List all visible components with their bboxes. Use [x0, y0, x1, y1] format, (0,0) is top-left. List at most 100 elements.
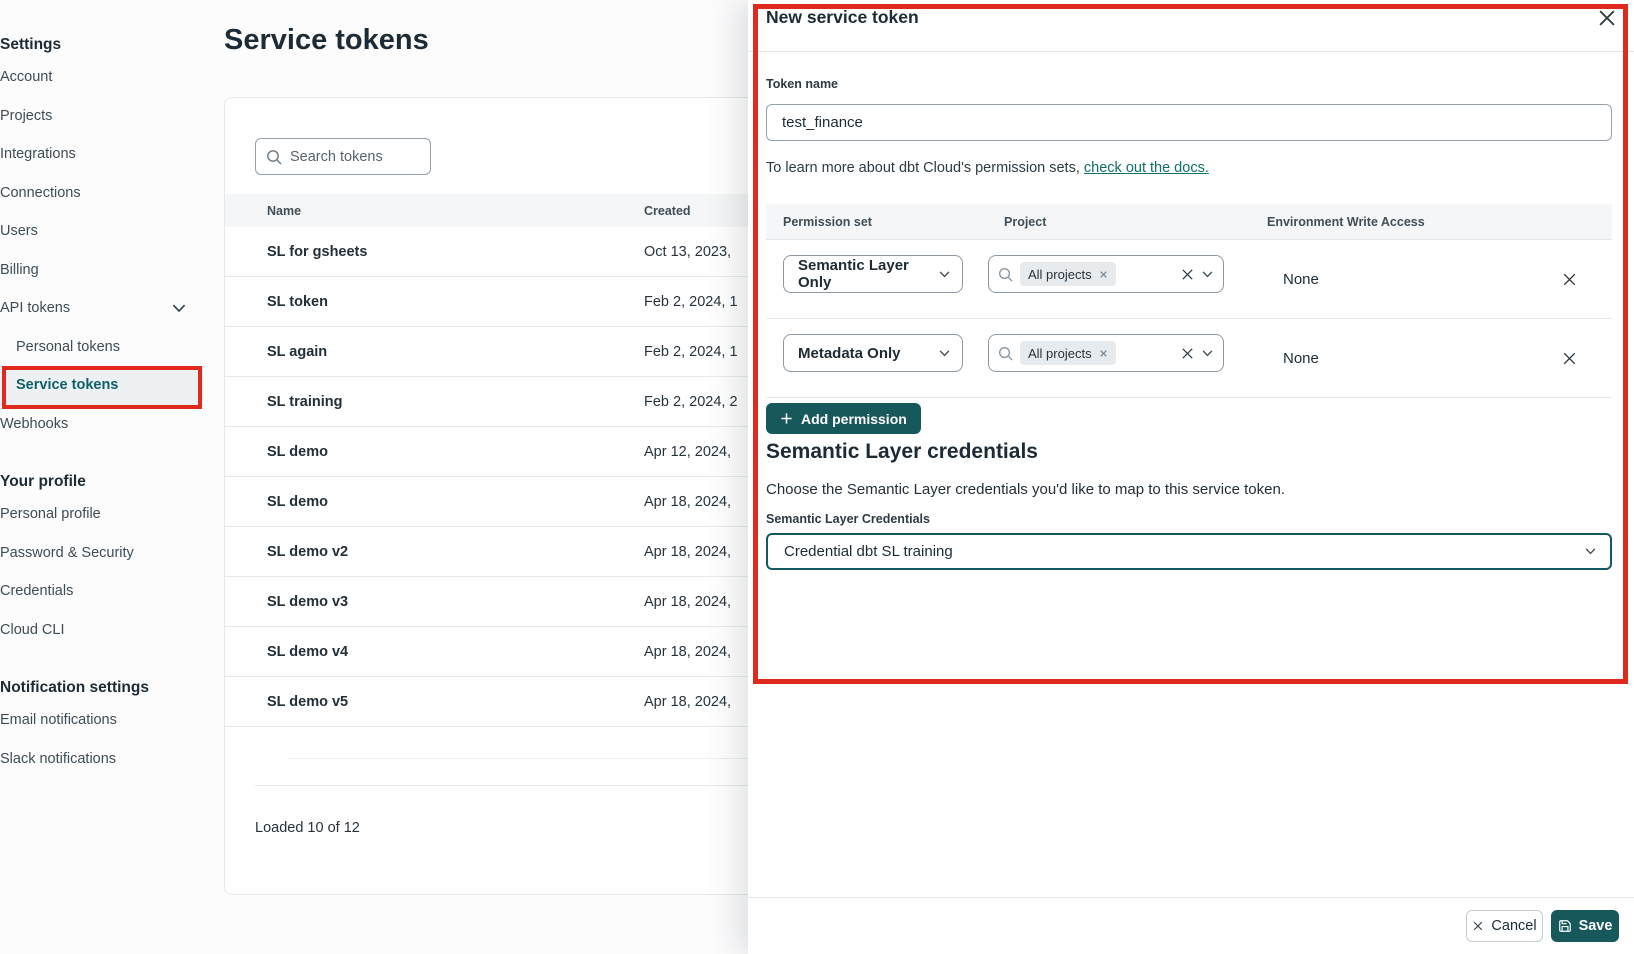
add-permission-button[interactable]: Add permission	[766, 403, 921, 434]
token-name: SL demo v3	[225, 594, 644, 610]
token-name: SL token	[225, 294, 644, 310]
permissions-table: Permission set Project Environment Write…	[766, 204, 1612, 398]
sidebar-item-personal-profile[interactable]: Personal profile	[0, 495, 203, 534]
token-created: Feb 2, 2024, 1	[644, 294, 738, 310]
token-name: SL training	[225, 394, 644, 410]
token-name: SL demo v5	[225, 694, 644, 710]
token-created: Apr 18, 2024,	[644, 644, 731, 660]
column-header-project: Project	[988, 215, 1252, 229]
sidebar-item-personal-tokens[interactable]: Personal tokens	[0, 328, 203, 367]
sidebar-item-account[interactable]: Account	[0, 58, 203, 97]
settings-sidebar: Settings Account Projects Integrations C…	[0, 0, 210, 954]
info-text: To learn more about dbt Cloud's permissi…	[766, 160, 1084, 176]
token-created: Apr 18, 2024,	[644, 594, 731, 610]
token-created: Apr 12, 2024,	[644, 444, 731, 460]
semantic-layer-credentials-label: Semantic Layer Credentials	[766, 512, 930, 526]
chip-remove-icon[interactable]	[1099, 270, 1108, 279]
save-icon	[1558, 919, 1572, 933]
close-icon	[1561, 350, 1578, 367]
plus-icon	[780, 412, 793, 425]
add-permission-label: Add permission	[801, 411, 907, 427]
docs-link[interactable]: check out the docs.	[1084, 160, 1209, 176]
close-icon	[1561, 271, 1578, 288]
permissions-table-header: Permission set Project Environment Write…	[766, 204, 1612, 240]
chevron-down-icon	[1202, 271, 1213, 278]
project-chip-label: All projects	[1028, 346, 1092, 361]
sidebar-section-heading-notification-settings: Notification settings	[0, 677, 210, 699]
close-drawer-button[interactable]	[1596, 7, 1618, 29]
semantic-layer-credentials-description: Choose the Semantic Layer credentials yo…	[766, 481, 1285, 498]
project-chip[interactable]: All projects	[1020, 262, 1116, 286]
remove-permission-button[interactable]	[1561, 271, 1578, 288]
search-icon	[998, 346, 1013, 361]
sidebar-section-heading-settings: Settings	[0, 34, 210, 56]
sidebar-item-email-notifications[interactable]: Email notifications	[0, 701, 203, 740]
remove-permission-button[interactable]	[1561, 350, 1578, 367]
semantic-layer-credentials-select[interactable]: Credential dbt SL training	[766, 533, 1612, 570]
permission-set-select[interactable]: Metadata Only	[783, 334, 963, 372]
project-chip-label: All projects	[1028, 267, 1092, 282]
token-name: SL demo	[225, 444, 644, 460]
column-header-environment-write-access: Environment Write Access	[1252, 215, 1425, 229]
permission-row: Semantic Layer Only All projects None	[766, 240, 1612, 319]
token-name: SL for gsheets	[225, 244, 644, 260]
save-button[interactable]: Save	[1551, 910, 1619, 942]
token-name: SL demo v4	[225, 644, 644, 660]
permission-set-select[interactable]: Semantic Layer Only	[783, 255, 963, 293]
drawer-title: New service token	[766, 7, 919, 28]
environment-write-access-value: None	[1283, 240, 1319, 319]
page-title: Service tokens	[224, 24, 429, 57]
permission-info-text: To learn more about dbt Cloud's permissi…	[766, 160, 1209, 176]
sidebar-item-slack-notifications[interactable]: Slack notifications	[0, 740, 203, 779]
column-header-created: Created	[644, 204, 691, 218]
cancel-button[interactable]: Cancel	[1466, 910, 1543, 942]
permission-row: Metadata Only All projects None	[766, 319, 1612, 398]
sidebar-item-webhooks[interactable]: Webhooks	[0, 405, 203, 444]
credentials-selected-value: Credential dbt SL training	[784, 543, 953, 560]
sidebar-section-heading-your-profile: Your profile	[0, 471, 210, 493]
chevron-down-icon	[939, 350, 950, 357]
token-created: Feb 2, 2024, 2	[644, 394, 738, 410]
sidebar-item-integrations[interactable]: Integrations	[0, 135, 203, 174]
app-root: Settings Account Projects Integrations C…	[0, 0, 1634, 954]
close-icon	[1472, 920, 1484, 932]
sidebar-item-password-security[interactable]: Password & Security	[0, 534, 203, 573]
new-service-token-drawer: New service token Token name To learn mo…	[748, 0, 1634, 954]
cancel-label: Cancel	[1491, 918, 1536, 934]
sidebar-item-api-tokens[interactable]: API tokens	[0, 289, 203, 328]
chevron-down-icon	[1585, 548, 1596, 555]
sidebar-item-projects[interactable]: Projects	[0, 97, 203, 136]
search-tokens-box[interactable]	[255, 138, 431, 175]
search-tokens-input[interactable]	[290, 149, 410, 165]
token-created: Feb 2, 2024, 1	[644, 344, 738, 360]
token-created: Apr 18, 2024,	[644, 544, 731, 560]
token-created: Apr 18, 2024,	[644, 494, 731, 510]
column-header-name: Name	[225, 204, 644, 218]
chip-remove-icon[interactable]	[1099, 349, 1108, 358]
chevron-down-icon	[939, 271, 950, 278]
token-name-input[interactable]	[766, 104, 1612, 141]
sidebar-item-service-tokens[interactable]: Service tokens	[0, 366, 203, 405]
clear-selection-icon[interactable]	[1180, 267, 1195, 282]
semantic-layer-credentials-heading: Semantic Layer credentials	[766, 440, 1038, 464]
save-label: Save	[1579, 918, 1613, 934]
token-name-label: Token name	[766, 77, 838, 91]
sidebar-item-credentials[interactable]: Credentials	[0, 572, 203, 611]
column-header-permission-set: Permission set	[766, 215, 988, 229]
sidebar-item-users[interactable]: Users	[0, 212, 203, 251]
close-icon	[1596, 7, 1618, 29]
drawer-footer: Cancel Save	[748, 897, 1634, 954]
drawer-header: New service token	[748, 0, 1634, 52]
project-chip[interactable]: All projects	[1020, 341, 1116, 365]
clear-selection-icon[interactable]	[1180, 346, 1195, 361]
project-multiselect[interactable]: All projects	[988, 334, 1224, 372]
sidebar-item-connections[interactable]: Connections	[0, 174, 203, 213]
token-created: Oct 13, 2023,	[644, 244, 731, 260]
sidebar-item-billing[interactable]: Billing	[0, 251, 203, 290]
permission-set-value: Semantic Layer Only	[798, 257, 939, 291]
loaded-status: Loaded 10 of 12	[255, 820, 360, 836]
sidebar-item-cloud-cli[interactable]: Cloud CLI	[0, 611, 203, 650]
project-multiselect[interactable]: All projects	[988, 255, 1224, 293]
chevron-down-icon	[1202, 350, 1213, 357]
chevron-down-icon	[172, 304, 186, 313]
